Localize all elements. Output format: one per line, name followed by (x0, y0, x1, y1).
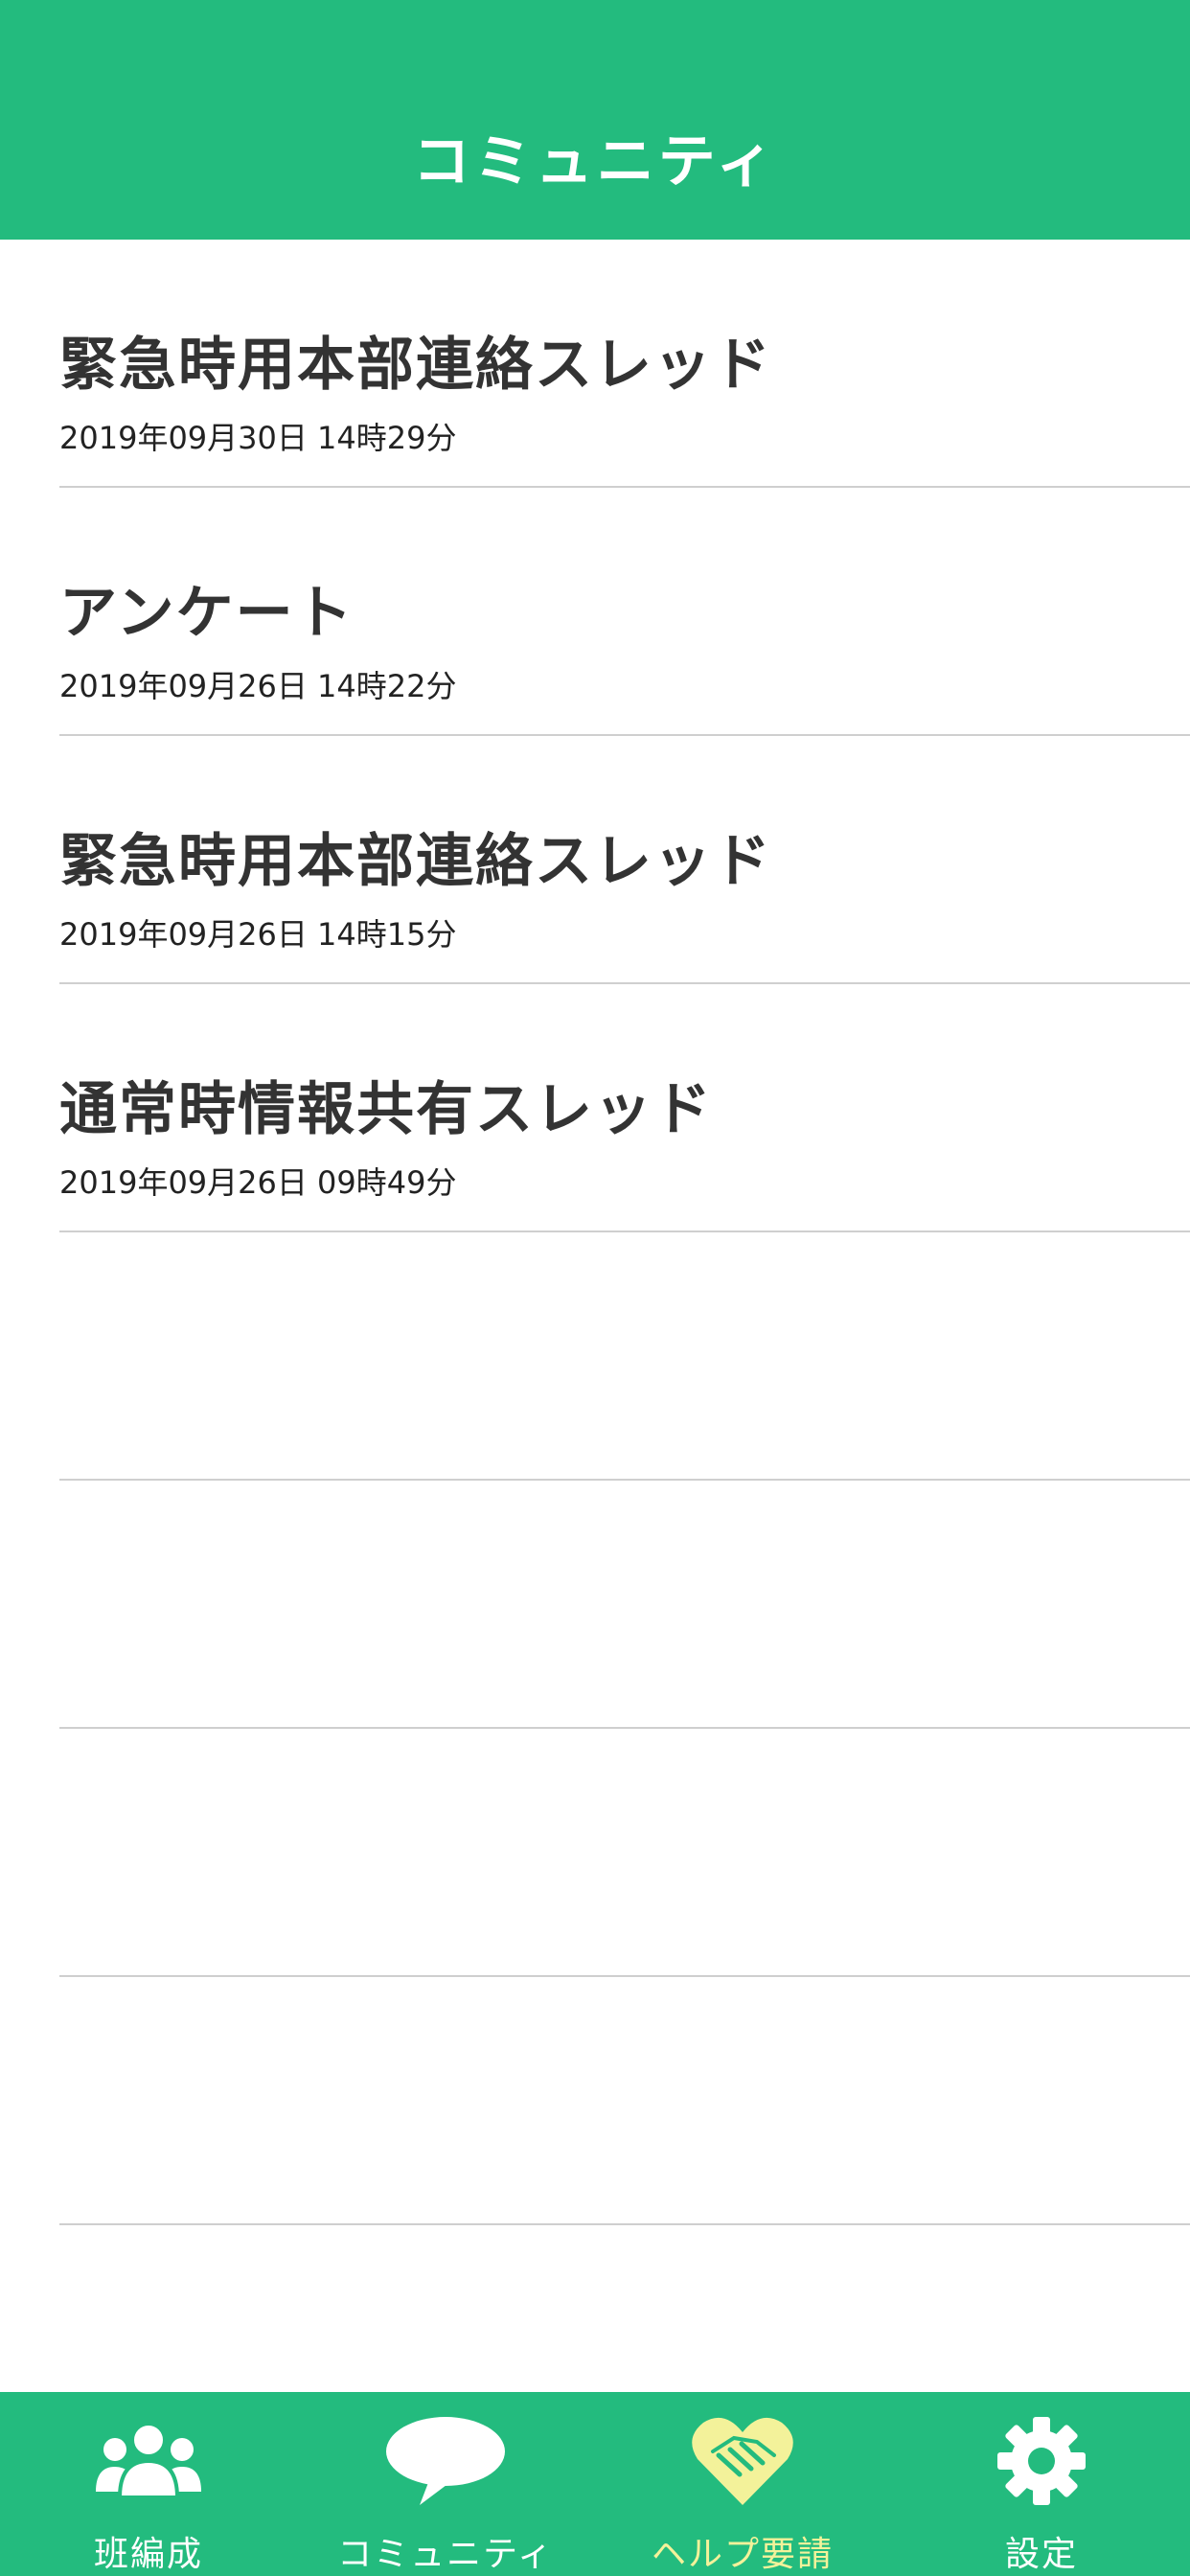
chat-bubble-icon (383, 2413, 508, 2513)
list-item[interactable]: アンケート 2019年09月26日 14時22分 (59, 488, 1190, 736)
tab-label: 設定 (1004, 2535, 1078, 2574)
thread-date: 2019年09月26日 14時15分 (59, 916, 457, 953)
tab-help-request[interactable]: ヘルプ要請 (594, 2392, 891, 2576)
thread-title: アンケート (59, 580, 355, 647)
gear-icon (994, 2413, 1089, 2513)
thread-date: 2019年09月30日 14時29分 (59, 420, 457, 456)
list-item-empty (59, 1481, 1190, 1729)
handshake-heart-icon (690, 2413, 795, 2513)
tab-team-formation[interactable]: 班編成 (0, 2392, 297, 2576)
thread-title: 緊急時用本部連絡スレッド (59, 828, 772, 895)
list-item[interactable]: 通常時情報共有スレッド 2019年09月26日 09時49分 (59, 984, 1190, 1232)
tab-bar: 班編成 コミュニティ ヘルプ要請 設定 (0, 2392, 1190, 2576)
thread-date: 2019年09月26日 14時22分 (59, 668, 457, 704)
thread-title: 緊急時用本部連絡スレッド (59, 332, 772, 399)
list-item-empty (59, 1977, 1190, 2225)
tab-community[interactable]: コミュニティ (297, 2392, 594, 2576)
tab-settings[interactable]: 設定 (893, 2392, 1190, 2576)
group-icon (91, 2413, 206, 2513)
page-title: コミュニティ (412, 128, 778, 196)
list-item-empty (59, 1729, 1190, 1977)
list-item[interactable]: 緊急時用本部連絡スレッド 2019年09月26日 14時15分 (59, 736, 1190, 984)
tab-label: ヘルプ要請 (651, 2535, 834, 2574)
thread-date: 2019年09月26日 09時49分 (59, 1164, 457, 1201)
nav-header: コミュニティ (0, 0, 1190, 240)
list-item[interactable]: 緊急時用本部連絡スレッド 2019年09月30日 14時29分 (59, 240, 1190, 488)
thread-title: 通常時情報共有スレッド (59, 1076, 713, 1143)
tab-label: コミュニティ (337, 2535, 554, 2574)
tab-label: 班編成 (93, 2535, 203, 2574)
thread-list: 緊急時用本部連絡スレッド 2019年09月30日 14時29分 アンケート 20… (0, 240, 1190, 2225)
list-item-empty (59, 1232, 1190, 1481)
